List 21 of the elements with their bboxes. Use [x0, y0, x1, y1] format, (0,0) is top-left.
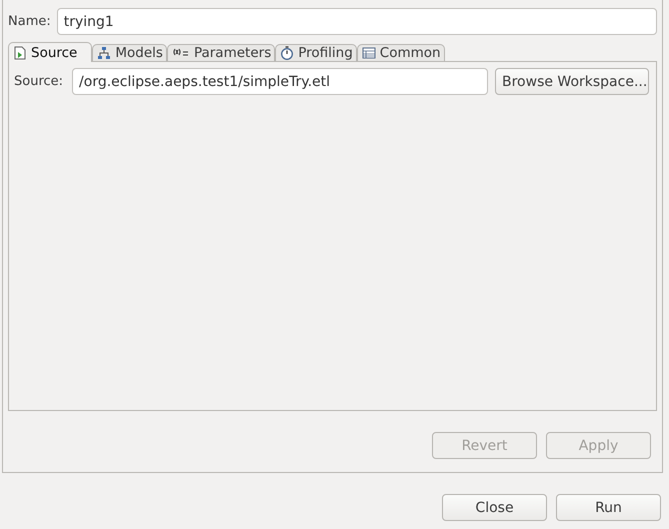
tab[interactable]: Parameters	[166, 44, 276, 62]
dialog-button[interactable]: Close	[442, 494, 547, 521]
name-label: Name:	[8, 14, 51, 29]
tab[interactable]: Common	[356, 44, 445, 62]
dialog-button[interactable]: Run	[556, 494, 661, 521]
source-field[interactable]: /org.eclipse.aeps.test1/simpleTry.etl	[72, 68, 488, 95]
tab-label: Common	[380, 45, 441, 61]
stopwatch-icon	[280, 46, 294, 60]
hierarchy-icon	[97, 46, 112, 60]
tab-label: Profiling	[298, 45, 353, 61]
file-icon	[13, 46, 27, 60]
tab-label: Parameters	[194, 45, 272, 61]
tab-label: Source	[31, 44, 78, 60]
tab[interactable]: Profiling	[275, 44, 357, 62]
tab-label: Models	[115, 45, 163, 61]
tab[interactable]: Source	[8, 42, 92, 62]
table-icon	[362, 46, 376, 60]
tab[interactable]: Models	[92, 44, 167, 62]
source-label: Source:	[14, 74, 64, 89]
name-field[interactable]: trying1	[56, 8, 657, 35]
browse-workspace-button[interactable]: Browse Workspace...	[495, 68, 649, 95]
